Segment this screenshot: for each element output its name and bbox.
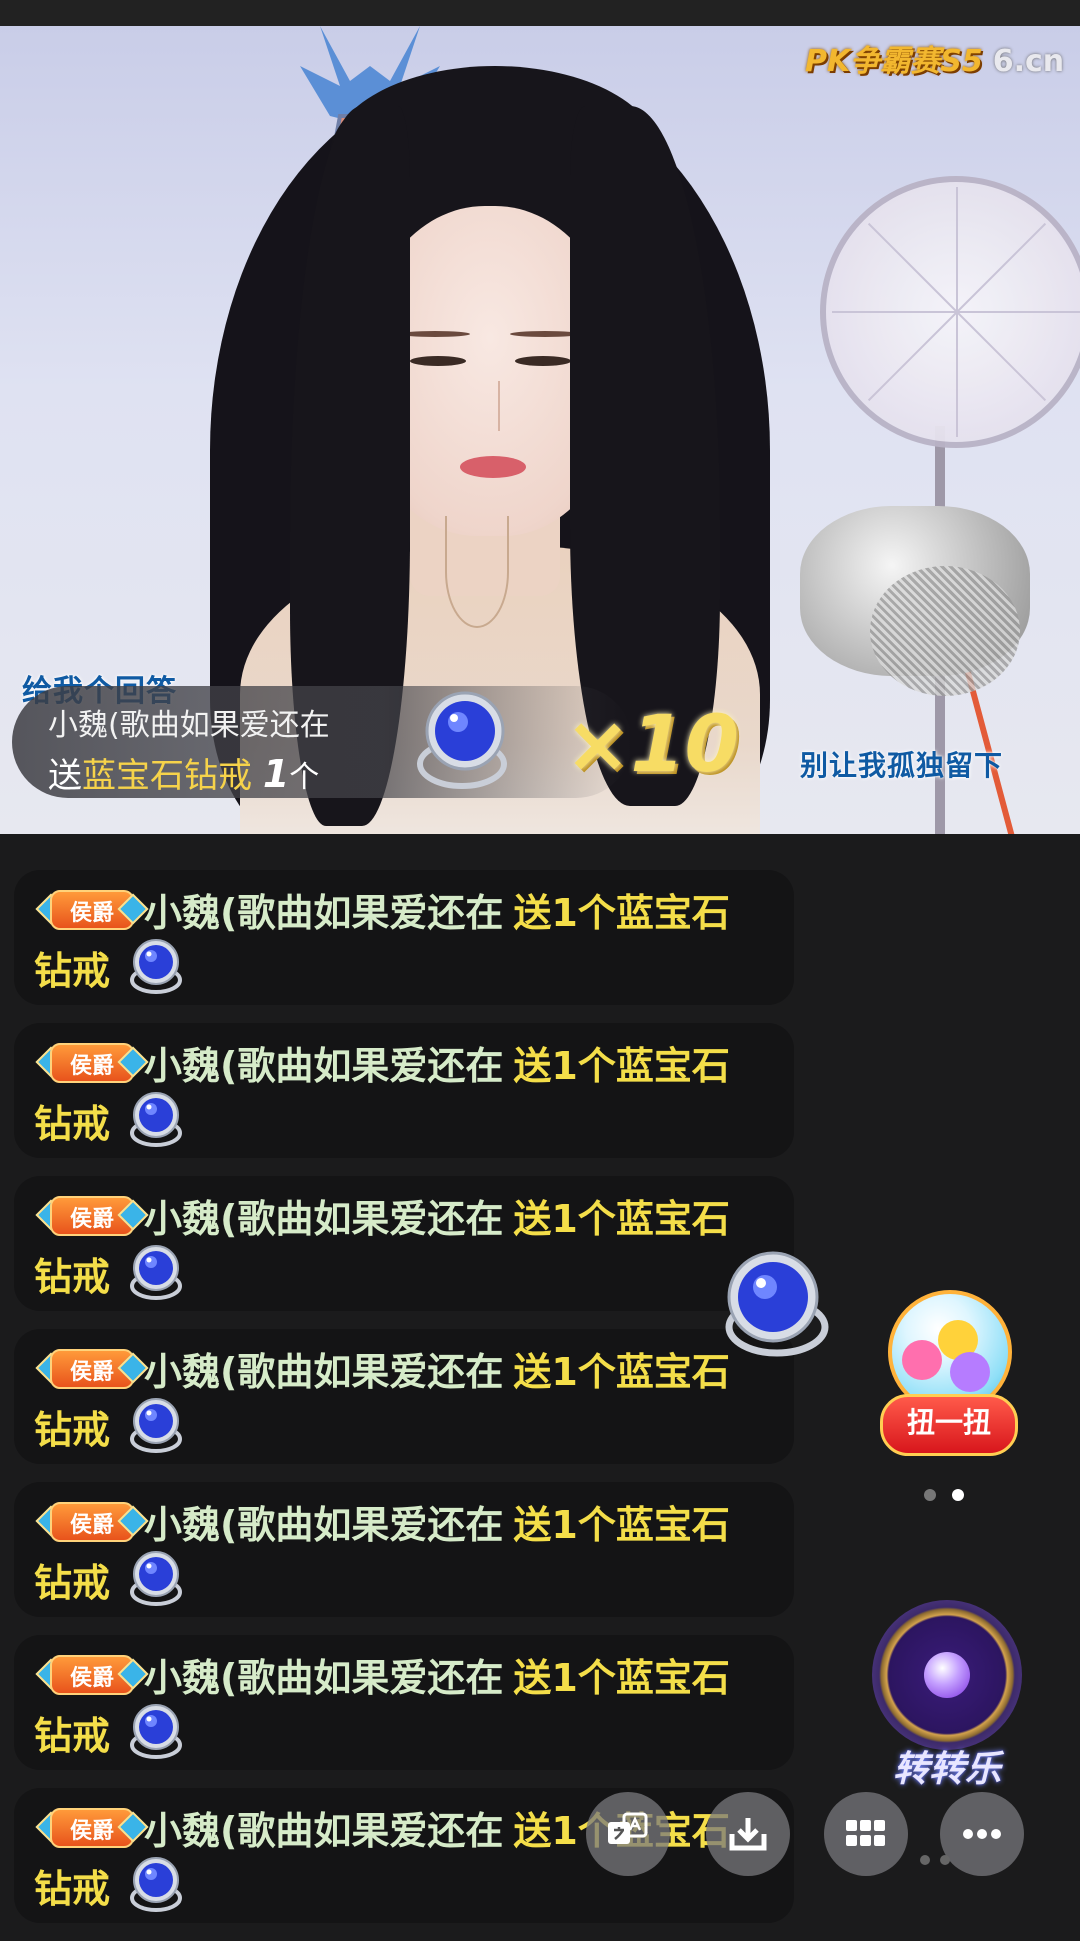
sapphire-ring-icon — [130, 1398, 182, 1453]
pager-dot — [924, 1489, 936, 1501]
chat-message[interactable]: 侯爵 小魏(歌曲如果爱还在送1个蓝宝石 钻戒 — [14, 1329, 794, 1464]
chat-gift-tail: 钻戒 — [34, 1561, 111, 1605]
sapphire-ring-icon — [130, 1857, 182, 1912]
chat-username[interactable]: 小魏(歌曲如果爱还在 — [144, 891, 503, 935]
chat-username[interactable]: 小魏(歌曲如果爱还在 — [144, 1350, 503, 1394]
rank-badge: 侯爵 — [35, 1498, 149, 1542]
chat-username[interactable]: 小魏(歌曲如果爱还在 — [144, 1197, 503, 1241]
sapphire-ring-icon — [130, 1092, 182, 1147]
fan — [820, 176, 1080, 448]
rank-badge: 侯爵 — [35, 1651, 149, 1695]
rank-badge: 侯爵 — [35, 886, 149, 930]
gift-unit: 个 — [289, 760, 320, 795]
chat-gift-text: 送1个蓝宝石 — [513, 1350, 730, 1394]
chat-gift-text: 送1个蓝宝石 — [513, 891, 730, 935]
bottom-pager-dots — [920, 1850, 960, 1869]
rank-badge: 侯爵 — [35, 1345, 149, 1389]
widget-pager-dots — [924, 1486, 980, 1505]
grid-icon — [846, 1820, 885, 1846]
chat-username[interactable]: 小魏(歌曲如果爱还在 — [144, 1503, 503, 1547]
rank-badge: 侯爵 — [35, 1804, 149, 1848]
chat-gift-tail: 钻戒 — [34, 1408, 111, 1452]
chat-line: 小魏(歌曲如果爱还在送1个蓝宝石 — [144, 1188, 730, 1243]
status-bar — [0, 0, 1080, 26]
chat-message[interactable]: 侯爵 小魏(歌曲如果爱还在送1个蓝宝石 钻戒 — [14, 1482, 794, 1617]
sapphire-ring-icon — [417, 691, 507, 789]
sapphire-ring-icon — [130, 939, 182, 994]
sapphire-ring-icon — [130, 1245, 182, 1300]
chat-gift-text: 送1个蓝宝石 — [513, 1656, 730, 1700]
chat-message[interactable]: 侯爵 小魏(歌曲如果爱还在送1个蓝宝石 钻戒 — [14, 1176, 794, 1311]
gift-sender: 小魏(歌曲如果爱还在 — [48, 708, 330, 743]
logo-text: PK争霸赛S5 — [805, 44, 983, 79]
download-button[interactable] — [706, 1792, 790, 1876]
spin-orb-icon — [924, 1652, 970, 1698]
rank-badge: 侯爵 — [35, 1039, 149, 1083]
chat-line: 小魏(歌曲如果爱还在送1个蓝宝石 — [144, 1035, 730, 1090]
gift-description: 送蓝宝石钻戒 1个 — [48, 748, 319, 797]
chat-username[interactable]: 小魏(歌曲如果爱还在 — [144, 1809, 503, 1853]
translate-button[interactable] — [586, 1792, 670, 1876]
logo-domain: 6.cn — [992, 44, 1065, 79]
spin-label: 转转乐 — [892, 1749, 1001, 1790]
chat-gift-tail: 钻戒 — [34, 949, 111, 993]
chat-message[interactable]: 侯爵 小魏(歌曲如果爱还在送1个蓝宝石 钻戒 — [14, 1788, 794, 1923]
chat-list[interactable]: 侯爵 小魏(歌曲如果爱还在 送1个蓝宝石 钻戒 侯爵 小魏(歌曲如果爱还在 送1个蓝… — [14, 870, 794, 1941]
rank-badge: 侯爵 — [35, 1192, 149, 1236]
sapphire-ring-icon — [130, 1704, 182, 1759]
floating-gift-ring-icon — [725, 1251, 829, 1357]
spin-game-widget[interactable]: 转转乐 — [862, 1590, 1032, 1800]
chat-gift-tail: 钻戒 — [34, 1102, 111, 1146]
chat-gift-text: 送1个蓝宝石 — [513, 1044, 730, 1088]
chat-gift-tail: 钻戒 — [34, 1255, 111, 1299]
pager-dot-active — [952, 1489, 964, 1501]
chat-gift-text: 送1个蓝宝石 — [513, 1503, 730, 1547]
chat-gift-tail: 钻戒 — [34, 1714, 111, 1758]
translate-icon — [608, 1812, 648, 1844]
gift-send-word: 送 — [48, 756, 82, 796]
chat-gift-text: 送1个蓝宝石 — [513, 1197, 730, 1241]
gift-name: 蓝宝石钻戒 — [82, 756, 252, 796]
chat-username[interactable]: 小魏(歌曲如果爱还在 — [144, 1044, 503, 1088]
gift-combo: ×10 — [565, 700, 739, 790]
chat-line: 小魏(歌曲如果爱还在送1个蓝宝石 — [144, 1647, 730, 1702]
chat-line: 小魏(歌曲如果爱还在送1个蓝宝石 — [144, 1341, 730, 1396]
twist-button[interactable]: 扭一扭 — [880, 1394, 1018, 1456]
chat-line: 小魏(歌曲如果爱还在送1个蓝宝石 — [144, 1494, 730, 1549]
gift-count: 1 — [262, 752, 290, 796]
grid-menu-button[interactable] — [824, 1792, 908, 1876]
download-icon — [729, 1818, 767, 1851]
chat-username[interactable]: 小魏(歌曲如果爱还在 — [144, 1656, 503, 1700]
sapphire-ring-icon — [130, 1551, 182, 1606]
chat-gift-tail: 钻戒 — [34, 1867, 111, 1911]
event-logo: PK争霸赛S5 6.cn — [805, 36, 1064, 80]
chat-message[interactable]: 侯爵 小魏(歌曲如果爱还在送1个蓝宝石 钻戒 — [14, 1635, 794, 1770]
microphone-grill — [870, 566, 1020, 696]
chat-message[interactable]: 侯爵 小魏(歌曲如果爱还在送1个蓝宝石 钻戒 — [14, 870, 794, 1005]
more-icon — [963, 1829, 1001, 1839]
chat-line: 小魏(歌曲如果爱还在送1个蓝宝石 — [144, 882, 730, 937]
lyric-line-right: 别让我孤独留下 — [800, 749, 1004, 782]
capsule-game-widget[interactable]: 扭一扭 — [880, 1290, 1018, 1470]
chat-message[interactable]: 侯爵 小魏(歌曲如果爱还在送1个蓝宝石 钻戒 — [14, 1023, 794, 1158]
